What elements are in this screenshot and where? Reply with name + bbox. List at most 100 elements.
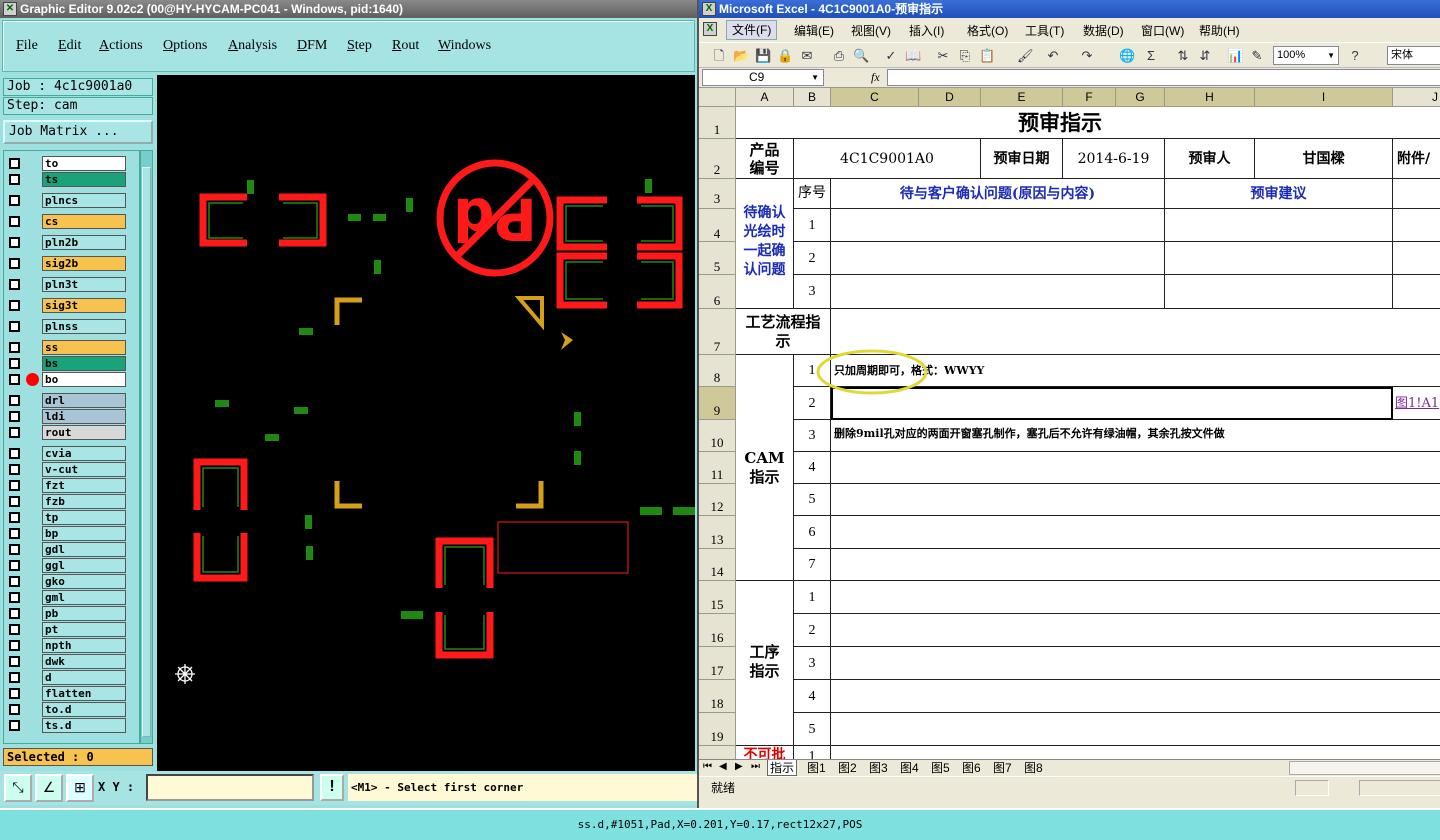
process-num[interactable]: 3: [794, 647, 831, 680]
row-header-18[interactable]: 18: [699, 680, 736, 713]
row-header-17[interactable]: 17: [699, 647, 736, 680]
process-num[interactable]: 4: [794, 680, 831, 713]
row-header-14[interactable]: 14: [699, 549, 736, 581]
process-cell[interactable]: [831, 581, 1440, 614]
fx-icon[interactable]: fx: [871, 70, 880, 85]
scrollbar-thumb[interactable]: [142, 167, 151, 737]
layer-checkbox[interactable]: [9, 342, 20, 353]
layer-checkbox[interactable]: [9, 672, 20, 683]
menu-view-cn[interactable]: 视图(V): [851, 22, 891, 39]
layer-name[interactable]: tp: [42, 510, 126, 525]
layer-checkbox[interactable]: [9, 195, 20, 206]
advice-cell[interactable]: [1165, 275, 1393, 309]
layer-checkbox[interactable]: [9, 608, 20, 619]
permission-icon[interactable]: 🔒: [777, 48, 793, 64]
cam-num[interactable]: 3: [794, 420, 831, 452]
row-header-11[interactable]: 11: [699, 452, 736, 484]
layer-name[interactable]: pb: [42, 606, 126, 621]
sheet-title[interactable]: 预审指示: [736, 107, 1440, 139]
menu-tools-cn[interactable]: 工具(T): [1025, 22, 1064, 39]
layer-row-v-cut[interactable]: v-cut: [6, 462, 128, 477]
layer-name[interactable]: flatten: [42, 686, 126, 701]
layer-name[interactable]: npth: [42, 638, 126, 653]
layer-row-bo[interactable]: bo: [6, 372, 128, 387]
cam-num[interactable]: 5: [794, 484, 831, 516]
not-approvable-label[interactable]: 不可批: [736, 746, 794, 759]
layer-name[interactable]: ldi: [42, 409, 126, 424]
last-sheet-icon[interactable]: ⏭: [751, 761, 760, 772]
process-flow-cell[interactable]: [831, 309, 1440, 355]
cam-note-3[interactable]: 删除9mil孔对应的两面开窗塞孔制作，塞孔后不允许有绿油帽，其余孔按文件做: [831, 420, 1440, 452]
layer-name[interactable]: gko: [42, 574, 126, 589]
column-header-i[interactable]: I: [1255, 88, 1393, 107]
row-header-6[interactable]: 6: [699, 275, 736, 309]
menu-step[interactable]: Step: [347, 38, 372, 54]
layer-row-to[interactable]: to: [6, 156, 128, 171]
sheet-tab[interactable]: 图5: [931, 760, 950, 776]
layer-checkbox[interactable]: [9, 640, 20, 651]
layer-row-plncs[interactable]: plncs: [6, 193, 128, 208]
row-header-2[interactable]: 2: [699, 139, 736, 179]
layer-checkbox[interactable]: [9, 411, 20, 422]
layer-row-pt[interactable]: pt: [6, 622, 128, 637]
menu-edit[interactable]: Edit: [58, 38, 81, 54]
row-header-16[interactable]: 16: [699, 614, 736, 647]
reviewer-value[interactable]: 甘国樑: [1255, 139, 1393, 179]
layer-name[interactable]: cvia: [42, 446, 126, 461]
layer-row-to-d[interactable]: to.d: [6, 702, 128, 717]
layer-name[interactable]: gml: [42, 590, 126, 605]
layer-name[interactable]: gdl: [42, 542, 126, 557]
layer-name[interactable]: ss: [42, 340, 126, 355]
issue-cell[interactable]: [831, 275, 1165, 309]
review-date-value[interactable]: 2014-6-19: [1063, 139, 1165, 179]
layer-list-scrollbar[interactable]: [140, 150, 153, 744]
column-header-b[interactable]: B: [794, 88, 831, 107]
layer-name[interactable]: to.d: [42, 702, 126, 717]
row-header-12[interactable]: 12: [699, 484, 736, 516]
cell-j3[interactable]: [1393, 179, 1440, 209]
print-icon[interactable]: ⎙: [831, 48, 847, 64]
spreadsheet-grid[interactable]: A B C D E F G H I J 1 2 3 4 5 6 7 8 9 10…: [699, 88, 1440, 759]
layer-checkbox[interactable]: [9, 448, 20, 459]
layer-row-dwk[interactable]: dwk: [6, 654, 128, 669]
layer-row-d[interactable]: d: [6, 670, 128, 685]
drawing-icon[interactable]: ✎: [1249, 48, 1265, 64]
layer-row-cs[interactable]: cs: [6, 214, 128, 229]
save-icon[interactable]: 💾: [755, 48, 771, 64]
select-all-corner[interactable]: [699, 88, 736, 107]
row-header-19[interactable]: 19: [699, 713, 736, 746]
issue-num[interactable]: 2: [794, 242, 831, 275]
undo-icon[interactable]: ↶: [1045, 48, 1061, 64]
menu-insert-cn[interactable]: 插入(I): [909, 22, 944, 39]
row-header-15[interactable]: 15: [699, 581, 736, 614]
layer-checkbox[interactable]: [9, 528, 20, 539]
row-header-8[interactable]: 8: [699, 355, 736, 387]
layer-checkbox[interactable]: [9, 688, 20, 699]
cam-cell[interactable]: [831, 516, 1440, 549]
advice-cell[interactable]: [1165, 209, 1393, 242]
new-icon[interactable]: 🗋: [711, 48, 727, 64]
menu-file-cn[interactable]: 文件(F): [726, 20, 778, 40]
menu-actions[interactable]: Actions: [99, 38, 143, 54]
column-header-h[interactable]: H: [1165, 88, 1255, 107]
cell-j4[interactable]: [1393, 209, 1440, 242]
email-icon[interactable]: ✉: [799, 48, 815, 64]
sheet-tab[interactable]: 图2: [838, 760, 857, 776]
layer-name[interactable]: sig2b: [42, 256, 126, 271]
process-cell[interactable]: [831, 614, 1440, 647]
layer-name[interactable]: cs: [42, 214, 126, 229]
print-preview-icon[interactable]: 🔍: [853, 48, 869, 64]
column-header-e[interactable]: E: [981, 88, 1063, 107]
column-header-g[interactable]: G: [1116, 88, 1165, 107]
confirm-section-label[interactable]: 待确认光绘时一起确认问题: [736, 179, 794, 309]
layer-row-sig2b[interactable]: sig2b: [6, 256, 128, 271]
row-header-20[interactable]: [699, 746, 736, 759]
menu-windows[interactable]: Windows: [438, 38, 491, 54]
layer-row-gml[interactable]: gml: [6, 590, 128, 605]
excel-titlebar[interactable]: X Microsoft Excel - 4C1C9001A0-预审指示: [699, 0, 1440, 18]
process-section-label[interactable]: 工序指示: [736, 581, 794, 746]
open-icon[interactable]: 📂: [733, 48, 749, 64]
layer-checkbox[interactable]: [9, 656, 20, 667]
cut-icon[interactable]: ✂: [935, 48, 951, 64]
menu-options[interactable]: Options: [163, 38, 207, 54]
